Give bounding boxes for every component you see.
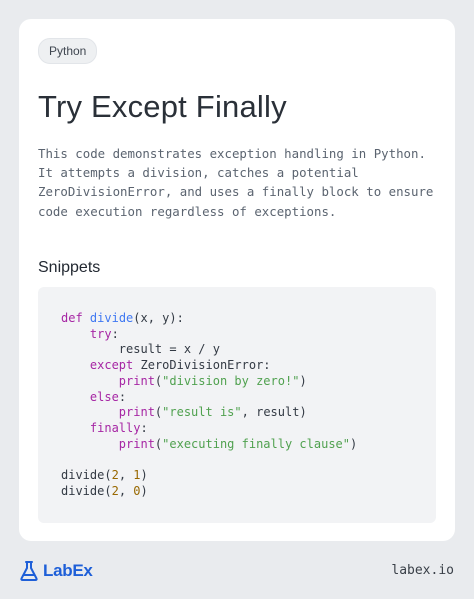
code-text: def divide(x, y): try: result = x / y ex… [61,311,358,498]
code-keyword-finally: finally [89,420,141,435]
code-call-name: divide [61,483,105,498]
code-keyword-def: def [61,311,83,325]
snippets-heading: Snippets [38,259,101,276]
language-tag[interactable]: Python [38,38,98,64]
code-exception-name: ZeroDivisionError: [133,358,271,373]
code-keyword-else: else [89,389,119,404]
code-number: 0 [133,483,141,498]
code-keyword-except: except [89,358,134,373]
code-result-line: result = x / y [118,342,220,357]
code-params: (x, y): [133,311,184,325]
code-string-zero: "division by zero!" [162,373,300,388]
code-function-name: divide [89,311,134,325]
footer-url[interactable]: labex.io [391,563,454,578]
content-card: Python Try Except Finally This code demo… [19,19,455,541]
code-number: 2 [111,483,119,498]
code-string-result: "result is" [162,405,242,420]
code-print: print [118,436,155,451]
code-call-name: divide [61,468,105,483]
description: This code demonstrates exception handlin… [38,146,434,219]
code-print: print [118,405,155,420]
code-number: 2 [111,468,119,483]
page-title: Try Except Finally [38,89,287,124]
logo-text: LabEx [43,561,93,580]
code-block: def divide(x, y): try: result = x / y ex… [38,287,436,523]
code-print: print [118,373,155,388]
flask-icon [20,561,38,581]
labex-logo[interactable]: LabEx [19,560,93,582]
code-keyword-try: try [89,326,112,341]
code-result-arg: , result) [241,405,307,420]
code-string-finally: "executing finally clause" [162,436,350,451]
code-number: 1 [133,468,141,483]
